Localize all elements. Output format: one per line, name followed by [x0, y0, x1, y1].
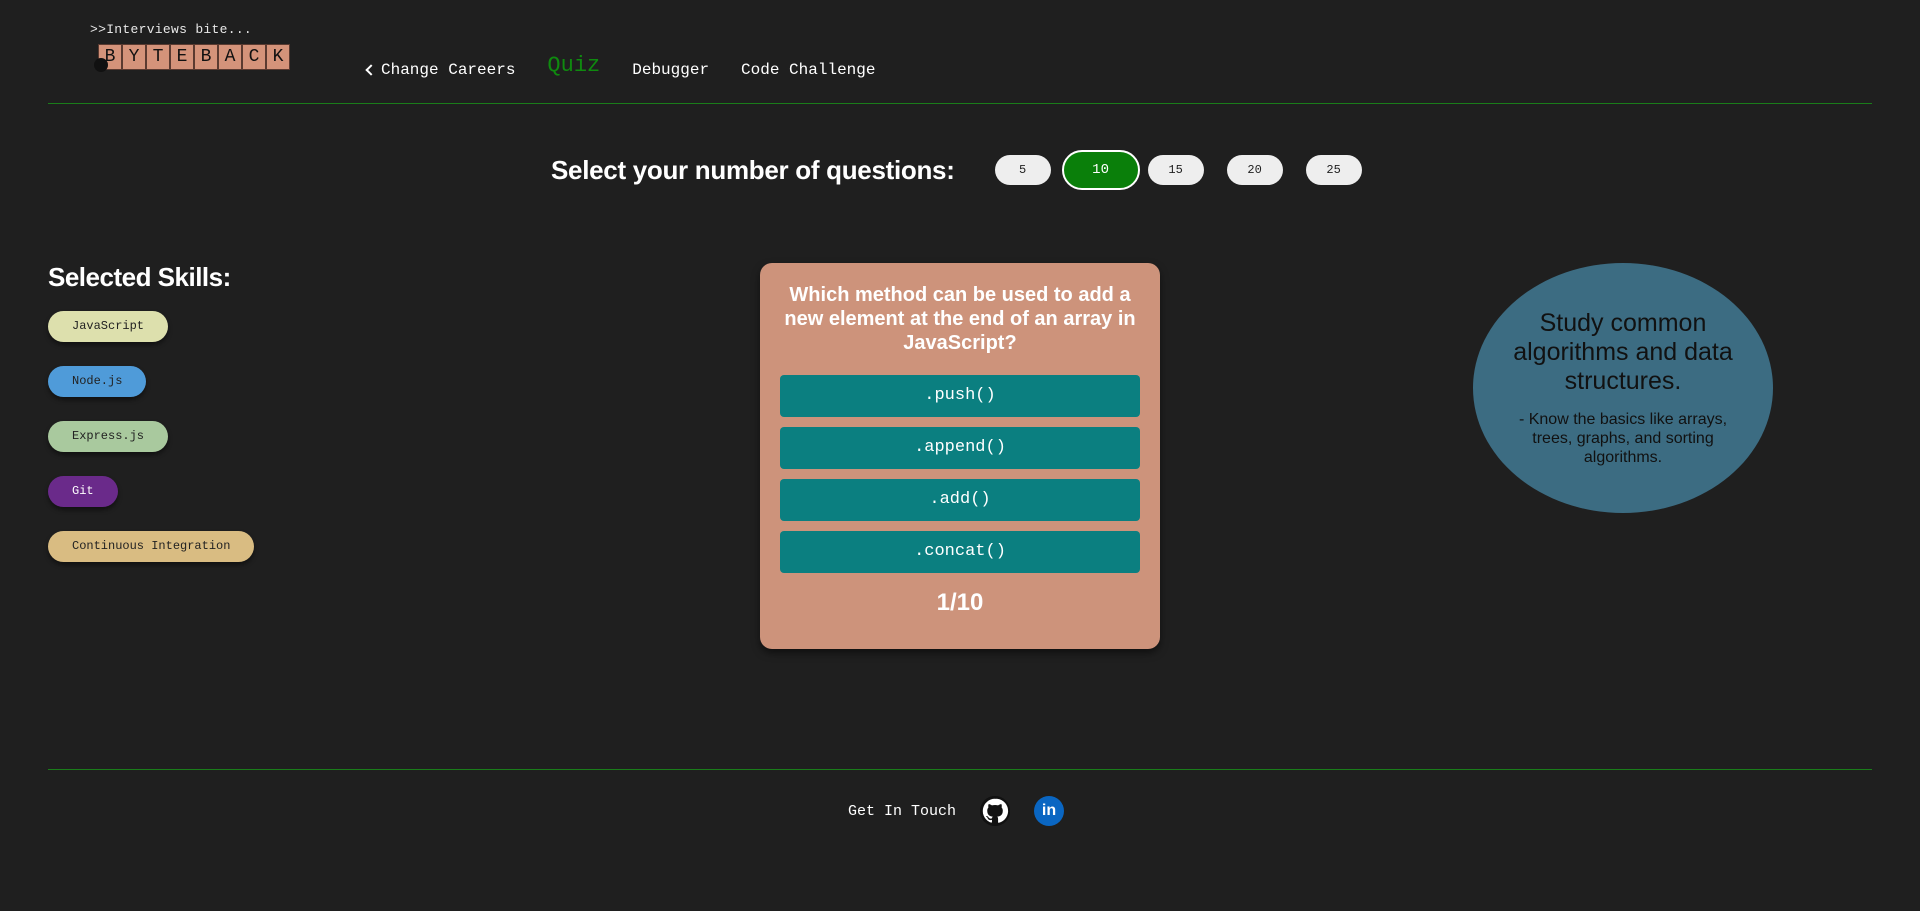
answer-option[interactable]: .concat() — [780, 531, 1140, 573]
question-count-label: Select your number of questions: — [551, 154, 955, 185]
skill-tag-nodejs[interactable]: Node.js — [48, 366, 147, 397]
skill-tag-continuous-integration[interactable]: Continuous Integration — [48, 531, 255, 562]
answer-option[interactable]: .append() — [780, 427, 1140, 469]
header-divider — [48, 103, 1872, 104]
quiz-question: Which method can be used to add a new el… — [784, 284, 1136, 354]
logo-tiles: B Y T E B A C K — [98, 44, 290, 70]
count-option-15[interactable]: 15 — [1147, 155, 1204, 185]
quiz-progress: 1/10 — [936, 589, 984, 616]
logo-tile: B — [194, 44, 218, 70]
logo[interactable]: >>Interviews bite... B Y T E B A C K — [90, 22, 290, 72]
answer-list: .push() .append() .add() .concat() — [780, 375, 1140, 573]
logo-tile: E — [170, 44, 194, 70]
logo-tile: Y — [122, 44, 146, 70]
tip-title: Study common algorithms and data structu… — [1513, 309, 1733, 395]
site-header: >>Interviews bite... B Y T E B A C K Cha… — [0, 0, 1920, 104]
main-nav: Change Careers Quiz Debugger Code Challe… — [363, 53, 907, 81]
tagline: >>Interviews bite... — [90, 22, 253, 37]
count-option-25[interactable]: 25 — [1305, 155, 1362, 185]
selected-skills: Selected Skills: JavaScript Node.js Expr… — [48, 262, 255, 586]
study-tip-bubble: Study common algorithms and data structu… — [1473, 263, 1773, 513]
skill-tag-git[interactable]: Git — [48, 476, 118, 507]
nav-quiz[interactable]: Quiz — [547, 53, 600, 78]
count-option-20[interactable]: 20 — [1226, 155, 1283, 185]
tip-body: - Know the basics like arrays, trees, gr… — [1518, 411, 1728, 466]
count-option-5[interactable]: 5 — [994, 155, 1051, 185]
chevron-left-icon — [365, 64, 377, 76]
site-footer: Get In Touch in — [848, 796, 1065, 826]
linkedin-glyph: in — [1041, 802, 1057, 819]
skill-tag-expressjs[interactable]: Express.js — [48, 421, 169, 452]
logo-tile: K — [266, 44, 290, 70]
github-glyph — [980, 796, 1011, 826]
nav-change-careers[interactable]: Change Careers — [363, 61, 515, 79]
answer-option[interactable]: .add() — [780, 479, 1140, 521]
logo-tile: A — [218, 44, 242, 70]
quiz-card: Which method can be used to add a new el… — [760, 263, 1160, 649]
skill-tag-javascript[interactable]: JavaScript — [48, 311, 169, 342]
nav-code-challenge[interactable]: Code Challenge — [741, 61, 875, 79]
question-count-selector: Select your number of questions: 5 10 15… — [551, 150, 1385, 190]
nav-change-careers-label: Change Careers — [381, 61, 516, 79]
logo-tile: C — [242, 44, 266, 70]
bug-icon — [94, 58, 108, 72]
count-option-10[interactable]: 10 — [1061, 150, 1140, 190]
get-in-touch-label: Get In Touch — [848, 802, 957, 820]
answer-option[interactable]: .push() — [780, 375, 1140, 417]
linkedin-icon[interactable]: in — [1034, 796, 1065, 826]
footer-divider — [48, 769, 1872, 770]
nav-debugger[interactable]: Debugger — [632, 61, 709, 79]
github-icon[interactable] — [980, 796, 1011, 826]
logo-tile: T — [146, 44, 170, 70]
selected-skills-title: Selected Skills: — [48, 262, 231, 292]
